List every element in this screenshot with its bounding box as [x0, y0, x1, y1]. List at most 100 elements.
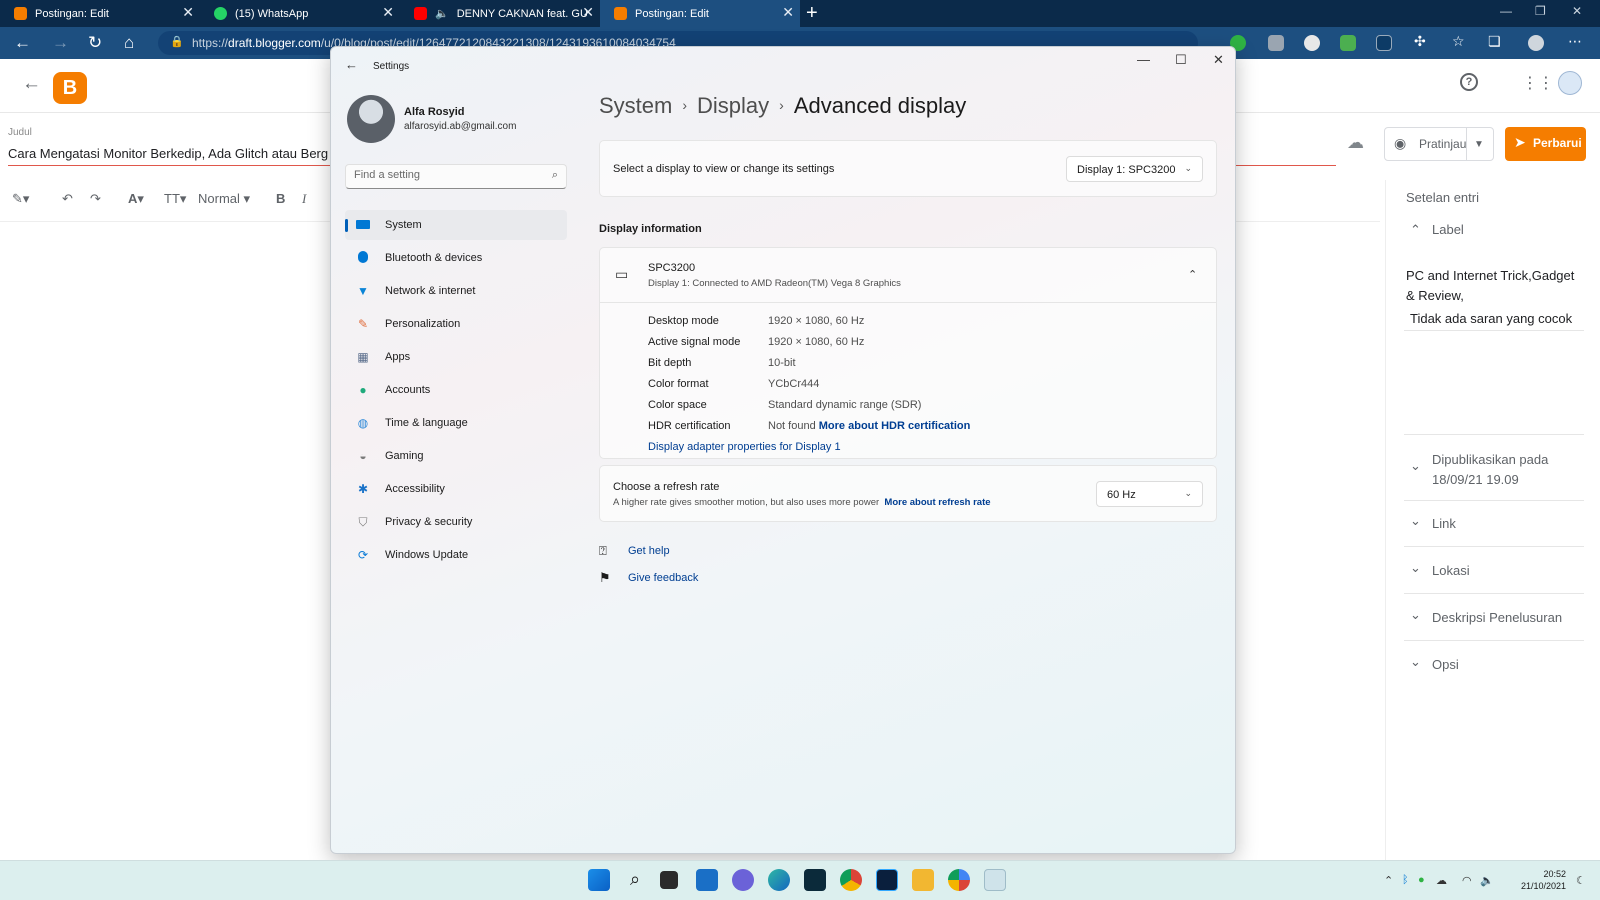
published-section-toggle[interactable]: Dipublikasikan pada 18/09/21 19.09 [1432, 450, 1548, 490]
update-button[interactable]: ➤ Perbarui [1505, 127, 1586, 161]
nav-item-network[interactable]: ▼ Network & internet [345, 276, 567, 306]
widgets-icon[interactable] [696, 869, 718, 891]
labels-value[interactable]: PC and Internet Trick,Gadget & Review, [1406, 266, 1586, 306]
tab-youtube[interactable]: 🔈 DENNY CAKNAN feat. GUYON ✕ [400, 0, 600, 27]
extension-icon[interactable] [1304, 35, 1320, 51]
chrome-icon[interactable] [840, 869, 862, 891]
chevron-down-icon[interactable]: ⌄ [1410, 458, 1421, 474]
speaker-icon[interactable]: 🔈 [435, 7, 449, 20]
refresh-rate-link[interactable]: More about refresh rate [884, 497, 990, 508]
chevron-up-icon[interactable]: ⌃ [1410, 222, 1421, 238]
system-clock[interactable]: 20:52 21/10/2021 [1521, 868, 1566, 892]
back-icon[interactable]: ← [14, 33, 31, 53]
post-title-input[interactable]: Cara Mengatasi Monitor Berkedip, Ada Gli… [8, 146, 328, 161]
adapter-properties-link[interactable]: Display adapter properties for Display 1 [648, 441, 841, 453]
search-description-toggle[interactable]: Deskripsi Penelusuran [1432, 610, 1562, 625]
close-icon[interactable]: ✕ [1213, 52, 1224, 68]
maximize-icon[interactable]: ☐ [1175, 52, 1187, 68]
options-section-toggle[interactable]: Opsi [1432, 657, 1459, 672]
new-tab-button[interactable]: + [806, 2, 818, 25]
close-window-icon[interactable]: ✕ [1572, 4, 1582, 18]
bold-icon[interactable]: B [276, 191, 285, 206]
task-view-icon[interactable] [660, 871, 678, 889]
give-feedback-link[interactable]: Give feedback [628, 572, 698, 584]
hdr-certification-link[interactable]: More about HDR certification [819, 420, 971, 432]
label-section-toggle[interactable]: Label [1432, 222, 1464, 237]
location-section-toggle[interactable]: Lokasi [1432, 563, 1470, 578]
nav-item-accessibility[interactable]: ✱ Accessibility [345, 474, 567, 504]
chevron-down-icon[interactable]: ⌄ [1410, 560, 1421, 576]
help-icon[interactable]: ? [1460, 73, 1478, 91]
minimize-icon[interactable]: — [1500, 4, 1512, 18]
back-arrow-icon[interactable]: ← [22, 73, 41, 95]
chevron-down-icon[interactable]: ⌄ [1410, 513, 1421, 529]
forward-icon[interactable]: → [52, 33, 69, 53]
undo-icon[interactable]: ↶ [62, 191, 73, 207]
search-icon[interactable]: ⌕ [552, 169, 558, 182]
edge-icon[interactable] [768, 869, 790, 891]
close-icon[interactable]: ✕ [182, 4, 194, 21]
minimize-icon[interactable]: — [1137, 52, 1150, 67]
tab-postingan-edit-active[interactable]: Postingan: Edit ✕ [600, 0, 800, 27]
redo-icon[interactable]: ↷ [90, 191, 101, 207]
close-icon[interactable]: ✕ [782, 4, 794, 21]
chevron-down-icon[interactable]: ⌄ [1410, 654, 1421, 670]
photoshop-icon[interactable] [876, 869, 898, 891]
display-select[interactable]: Display 1: SPC3200 ⌄ [1066, 156, 1203, 182]
collections-icon[interactable]: ❏ [1488, 33, 1501, 50]
user-avatar[interactable] [347, 95, 395, 143]
favorites-icon[interactable]: ☆ [1452, 33, 1465, 50]
nav-item-apps[interactable]: ▦ Apps [345, 342, 567, 372]
text-color-icon[interactable]: A▾ [128, 191, 144, 207]
puzzle-icon[interactable]: ✣ [1414, 33, 1426, 50]
search-input[interactable] [354, 169, 534, 181]
volume-icon[interactable]: 🔈 [1480, 874, 1494, 887]
format-select[interactable]: Normal ▾ [198, 191, 250, 207]
nav-item-time-language[interactable]: ◍ Time & language [345, 408, 567, 438]
nav-item-system[interactable]: System [345, 210, 567, 240]
bluetooth-icon[interactable]: ᛒ [1402, 874, 1409, 886]
italic-icon[interactable]: I [302, 191, 306, 207]
app-v-icon[interactable] [804, 869, 826, 891]
font-size-icon[interactable]: TT▾ [164, 191, 186, 207]
chevron-up-icon[interactable]: ⌃ [1188, 268, 1197, 281]
cloud-icon[interactable]: ☁ [1436, 874, 1447, 887]
preview-dropdown-icon[interactable]: ▼ [1466, 127, 1491, 161]
wifi-icon[interactable]: ◠ [1462, 874, 1472, 887]
tab-postingan-edit-1[interactable]: Postingan: Edit ✕ [0, 0, 200, 27]
reload-icon[interactable]: ↻ [88, 33, 102, 53]
chevron-down-icon[interactable]: ⌄ [1410, 607, 1421, 623]
close-icon[interactable]: ✕ [582, 4, 594, 21]
file-explorer-icon[interactable] [912, 869, 934, 891]
more-icon[interactable]: ⋯ [1568, 33, 1582, 50]
pen-icon[interactable]: ✎▾ [12, 191, 29, 207]
nav-item-personalization[interactable]: ✎ Personalization [345, 309, 567, 339]
search-icon[interactable]: ⌕ [624, 869, 646, 891]
restore-icon[interactable]: ❐ [1535, 4, 1546, 18]
home-icon[interactable]: ⌂ [124, 33, 134, 53]
start-icon[interactable] [588, 869, 610, 891]
breadcrumb-display[interactable]: Display [697, 93, 769, 118]
monitor-header[interactable]: ▭ SPC3200 Display 1: Connected to AMD Ra… [600, 248, 1216, 303]
chrome-profile-icon[interactable] [948, 869, 970, 891]
get-help-link[interactable]: Get help [628, 545, 670, 557]
nav-item-bluetooth[interactable]: Bluetooth & devices [345, 243, 567, 273]
profile-avatar[interactable] [1528, 35, 1544, 51]
refresh-rate-select[interactable]: 60 Hz ⌄ [1096, 481, 1203, 507]
chevron-up-icon[interactable]: ⌃ [1384, 874, 1393, 887]
account-avatar[interactable] [1558, 71, 1582, 95]
breadcrumb-system[interactable]: System [599, 93, 672, 118]
nav-item-accounts[interactable]: ● Accounts [345, 375, 567, 405]
chat-icon[interactable] [732, 869, 754, 891]
apps-grid-icon[interactable]: ⋮⋮ [1522, 73, 1554, 93]
notification-icon[interactable]: ☾ [1576, 874, 1586, 887]
nav-item-windows-update[interactable]: ⟳ Windows Update [345, 540, 567, 570]
nav-item-privacy-security[interactable]: ⛉ Privacy & security [345, 507, 567, 537]
close-icon[interactable]: ✕ [382, 4, 394, 21]
settings-app-icon[interactable] [984, 869, 1006, 891]
nav-item-gaming[interactable]: ◒ Gaming [345, 441, 567, 471]
blogger-logo[interactable]: B [53, 72, 87, 104]
extension-icon[interactable] [1340, 35, 1356, 51]
tab-whatsapp[interactable]: (15) WhatsApp ✕ [200, 0, 400, 27]
back-arrow-icon[interactable]: ← [345, 57, 358, 72]
